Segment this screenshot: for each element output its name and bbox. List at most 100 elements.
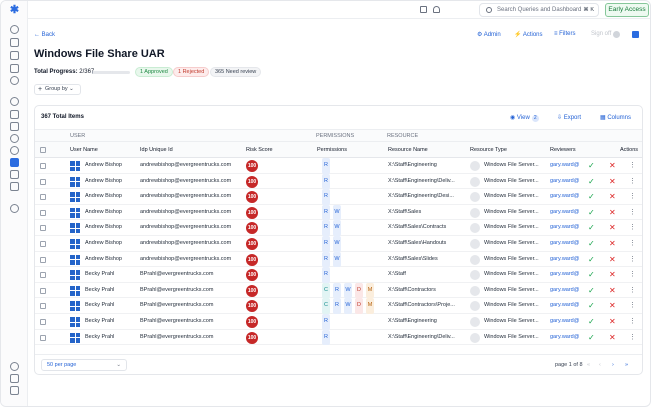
reject-x-icon[interactable]: ✕: [609, 298, 616, 314]
table-row[interactable]: Becky Prahl BPrahl@evergreentrucks.com 100…: [35, 282, 642, 299]
more-options-icon[interactable]: ⋮: [629, 267, 636, 283]
rejected-chip[interactable]: 1 Rejected: [173, 67, 210, 77]
approve-check-icon[interactable]: ✓: [588, 236, 595, 252]
reject-x-icon[interactable]: ✕: [609, 205, 616, 221]
sign-off-button[interactable]: Sign off: [591, 31, 611, 37]
reject-x-icon[interactable]: ✕: [609, 283, 616, 299]
prev-page-button[interactable]: ‹: [599, 362, 601, 368]
more-options-icon[interactable]: ⋮: [629, 298, 636, 314]
group-by-button[interactable]: + Group by ⌄: [34, 84, 81, 95]
reject-x-icon[interactable]: ✕: [609, 252, 616, 268]
approve-check-icon[interactable]: ✓: [588, 252, 595, 268]
integrations-icon[interactable]: [10, 76, 19, 85]
activity-icon[interactable]: [10, 122, 19, 131]
reject-x-icon[interactable]: ✕: [609, 189, 616, 205]
reject-x-icon[interactable]: ✕: [609, 220, 616, 236]
approve-check-icon[interactable]: ✓: [588, 314, 595, 330]
app-logo-icon[interactable]: ✱: [9, 5, 20, 16]
access-icon[interactable]: [10, 146, 19, 155]
approve-check-icon[interactable]: ✓: [588, 330, 595, 346]
table-row[interactable]: Andrew Bishop andrewbishop@evergreentruck…: [35, 220, 642, 236]
bell-icon[interactable]: [433, 6, 440, 13]
approve-check-icon[interactable]: ✓: [588, 220, 595, 236]
per-page-select[interactable]: 50 per page ⌄: [41, 359, 127, 371]
approved-chip[interactable]: 1 Approved: [135, 67, 173, 77]
select-all-checkbox[interactable]: [40, 147, 46, 153]
table-row[interactable]: Andrew Bishop andrewbishop@evergreentruck…: [35, 189, 642, 205]
early-access-button[interactable]: Early Access: [605, 3, 649, 17]
more-options-icon[interactable]: ⋮: [629, 330, 636, 346]
automation-icon[interactable]: [10, 170, 19, 179]
row-checkbox[interactable]: [40, 163, 46, 169]
table-row[interactable]: Becky Prahl BPrahl@evergreentrucks.com 100…: [35, 314, 642, 330]
view-button[interactable]: ◉ View 2: [510, 113, 539, 123]
approve-check-icon[interactable]: ✓: [588, 283, 595, 299]
approve-check-icon[interactable]: ✓: [588, 174, 595, 190]
row-checkbox[interactable]: [40, 178, 46, 185]
reviews-icon[interactable]: [10, 158, 19, 167]
code-icon[interactable]: [10, 182, 19, 191]
approve-check-icon[interactable]: ✓: [588, 158, 595, 174]
dashboard-icon[interactable]: [10, 51, 19, 60]
first-page-button[interactable]: «: [587, 362, 590, 368]
more-options-icon[interactable]: ⋮: [629, 236, 636, 252]
approve-check-icon[interactable]: ✓: [588, 298, 595, 314]
layout-icon[interactable]: [632, 31, 639, 38]
reject-x-icon[interactable]: ✕: [609, 158, 616, 174]
admin-gear-icon[interactable]: [10, 204, 19, 213]
reviewer-cell[interactable]: gary.ward@: [550, 236, 582, 252]
reviewer-cell[interactable]: gary.ward@: [550, 158, 582, 174]
row-checkbox[interactable]: [40, 241, 46, 247]
identity-icon[interactable]: [10, 134, 19, 143]
reviewer-cell[interactable]: gary.ward@: [550, 189, 582, 205]
reviewer-cell[interactable]: gary.ward@: [550, 330, 582, 346]
reviewer-cell[interactable]: gary.ward@: [550, 298, 582, 314]
row-checkbox[interactable]: [40, 287, 46, 294]
more-options-icon[interactable]: ⋮: [629, 314, 636, 330]
reviewer-cell[interactable]: gary.ward@: [550, 314, 582, 330]
reject-x-icon[interactable]: ✕: [609, 267, 616, 283]
switch-icon[interactable]: [10, 374, 19, 383]
reviewer-cell[interactable]: gary.ward@: [550, 220, 582, 236]
col-resource-type[interactable]: Resource Type: [470, 142, 507, 158]
table-row[interactable]: Becky Prahl BPrahl@evergreentrucks.com 100…: [35, 298, 642, 314]
more-options-icon[interactable]: ⋮: [629, 174, 636, 190]
row-checkbox[interactable]: [40, 303, 46, 310]
reviewer-cell[interactable]: gary.ward@: [550, 252, 582, 268]
row-checkbox[interactable]: [40, 334, 46, 341]
table-row[interactable]: Andrew Bishop andrewbishop@evergreentruck…: [35, 251, 642, 268]
need-review-chip[interactable]: 365 Need review: [210, 67, 262, 77]
reject-x-icon[interactable]: ✕: [609, 174, 616, 190]
more-options-icon[interactable]: ⋮: [629, 252, 636, 268]
search-input[interactable]: Search Queries and Dashboard ⌘ K: [479, 3, 599, 17]
row-checkbox[interactable]: [40, 319, 46, 325]
next-page-button[interactable]: ›: [612, 362, 614, 368]
more-options-icon[interactable]: ⋮: [629, 189, 636, 205]
admin-button[interactable]: ⚙ Admin: [477, 31, 501, 38]
col-permissions[interactable]: Permissions: [317, 142, 347, 158]
reviewer-cell[interactable]: gary.ward@: [550, 267, 582, 283]
approve-check-icon[interactable]: ✓: [588, 189, 595, 205]
policies-icon[interactable]: [10, 110, 19, 119]
col-user-name[interactable]: User Name: [70, 142, 98, 158]
more-options-icon[interactable]: ⋮: [629, 220, 636, 236]
reviewer-cell[interactable]: gary.ward@: [550, 174, 582, 190]
table-row[interactable]: Andrew Bishop andrewbishop@evergreentruck…: [35, 236, 642, 252]
book-icon[interactable]: [420, 6, 427, 13]
row-checkbox[interactable]: [40, 272, 46, 279]
more-options-icon[interactable]: ⋮: [629, 205, 636, 221]
row-checkbox[interactable]: [40, 194, 46, 201]
col-resource-name[interactable]: Resource Name: [388, 142, 428, 158]
table-row[interactable]: Andrew Bishop andrewbishop@evergreentruck…: [35, 173, 642, 190]
col-reviewers[interactable]: Reviewers: [550, 142, 576, 158]
export-button[interactable]: ⇩ Export: [557, 113, 581, 123]
table-row[interactable]: Becky Prahl BPrahl@evergreentrucks.com 100…: [35, 267, 642, 283]
col-risk[interactable]: Risk Score: [246, 142, 273, 158]
actions-button[interactable]: ⚡ Actions: [514, 31, 543, 38]
col-idp-id[interactable]: Idp Unique Id: [140, 142, 173, 158]
reports-icon[interactable]: [10, 38, 19, 47]
table-row[interactable]: Andrew Bishop andrewbishop@evergreentruck…: [35, 204, 642, 221]
reviewer-cell[interactable]: gary.ward@: [550, 205, 582, 221]
home-icon[interactable]: [10, 25, 19, 34]
row-checkbox[interactable]: [40, 256, 46, 263]
